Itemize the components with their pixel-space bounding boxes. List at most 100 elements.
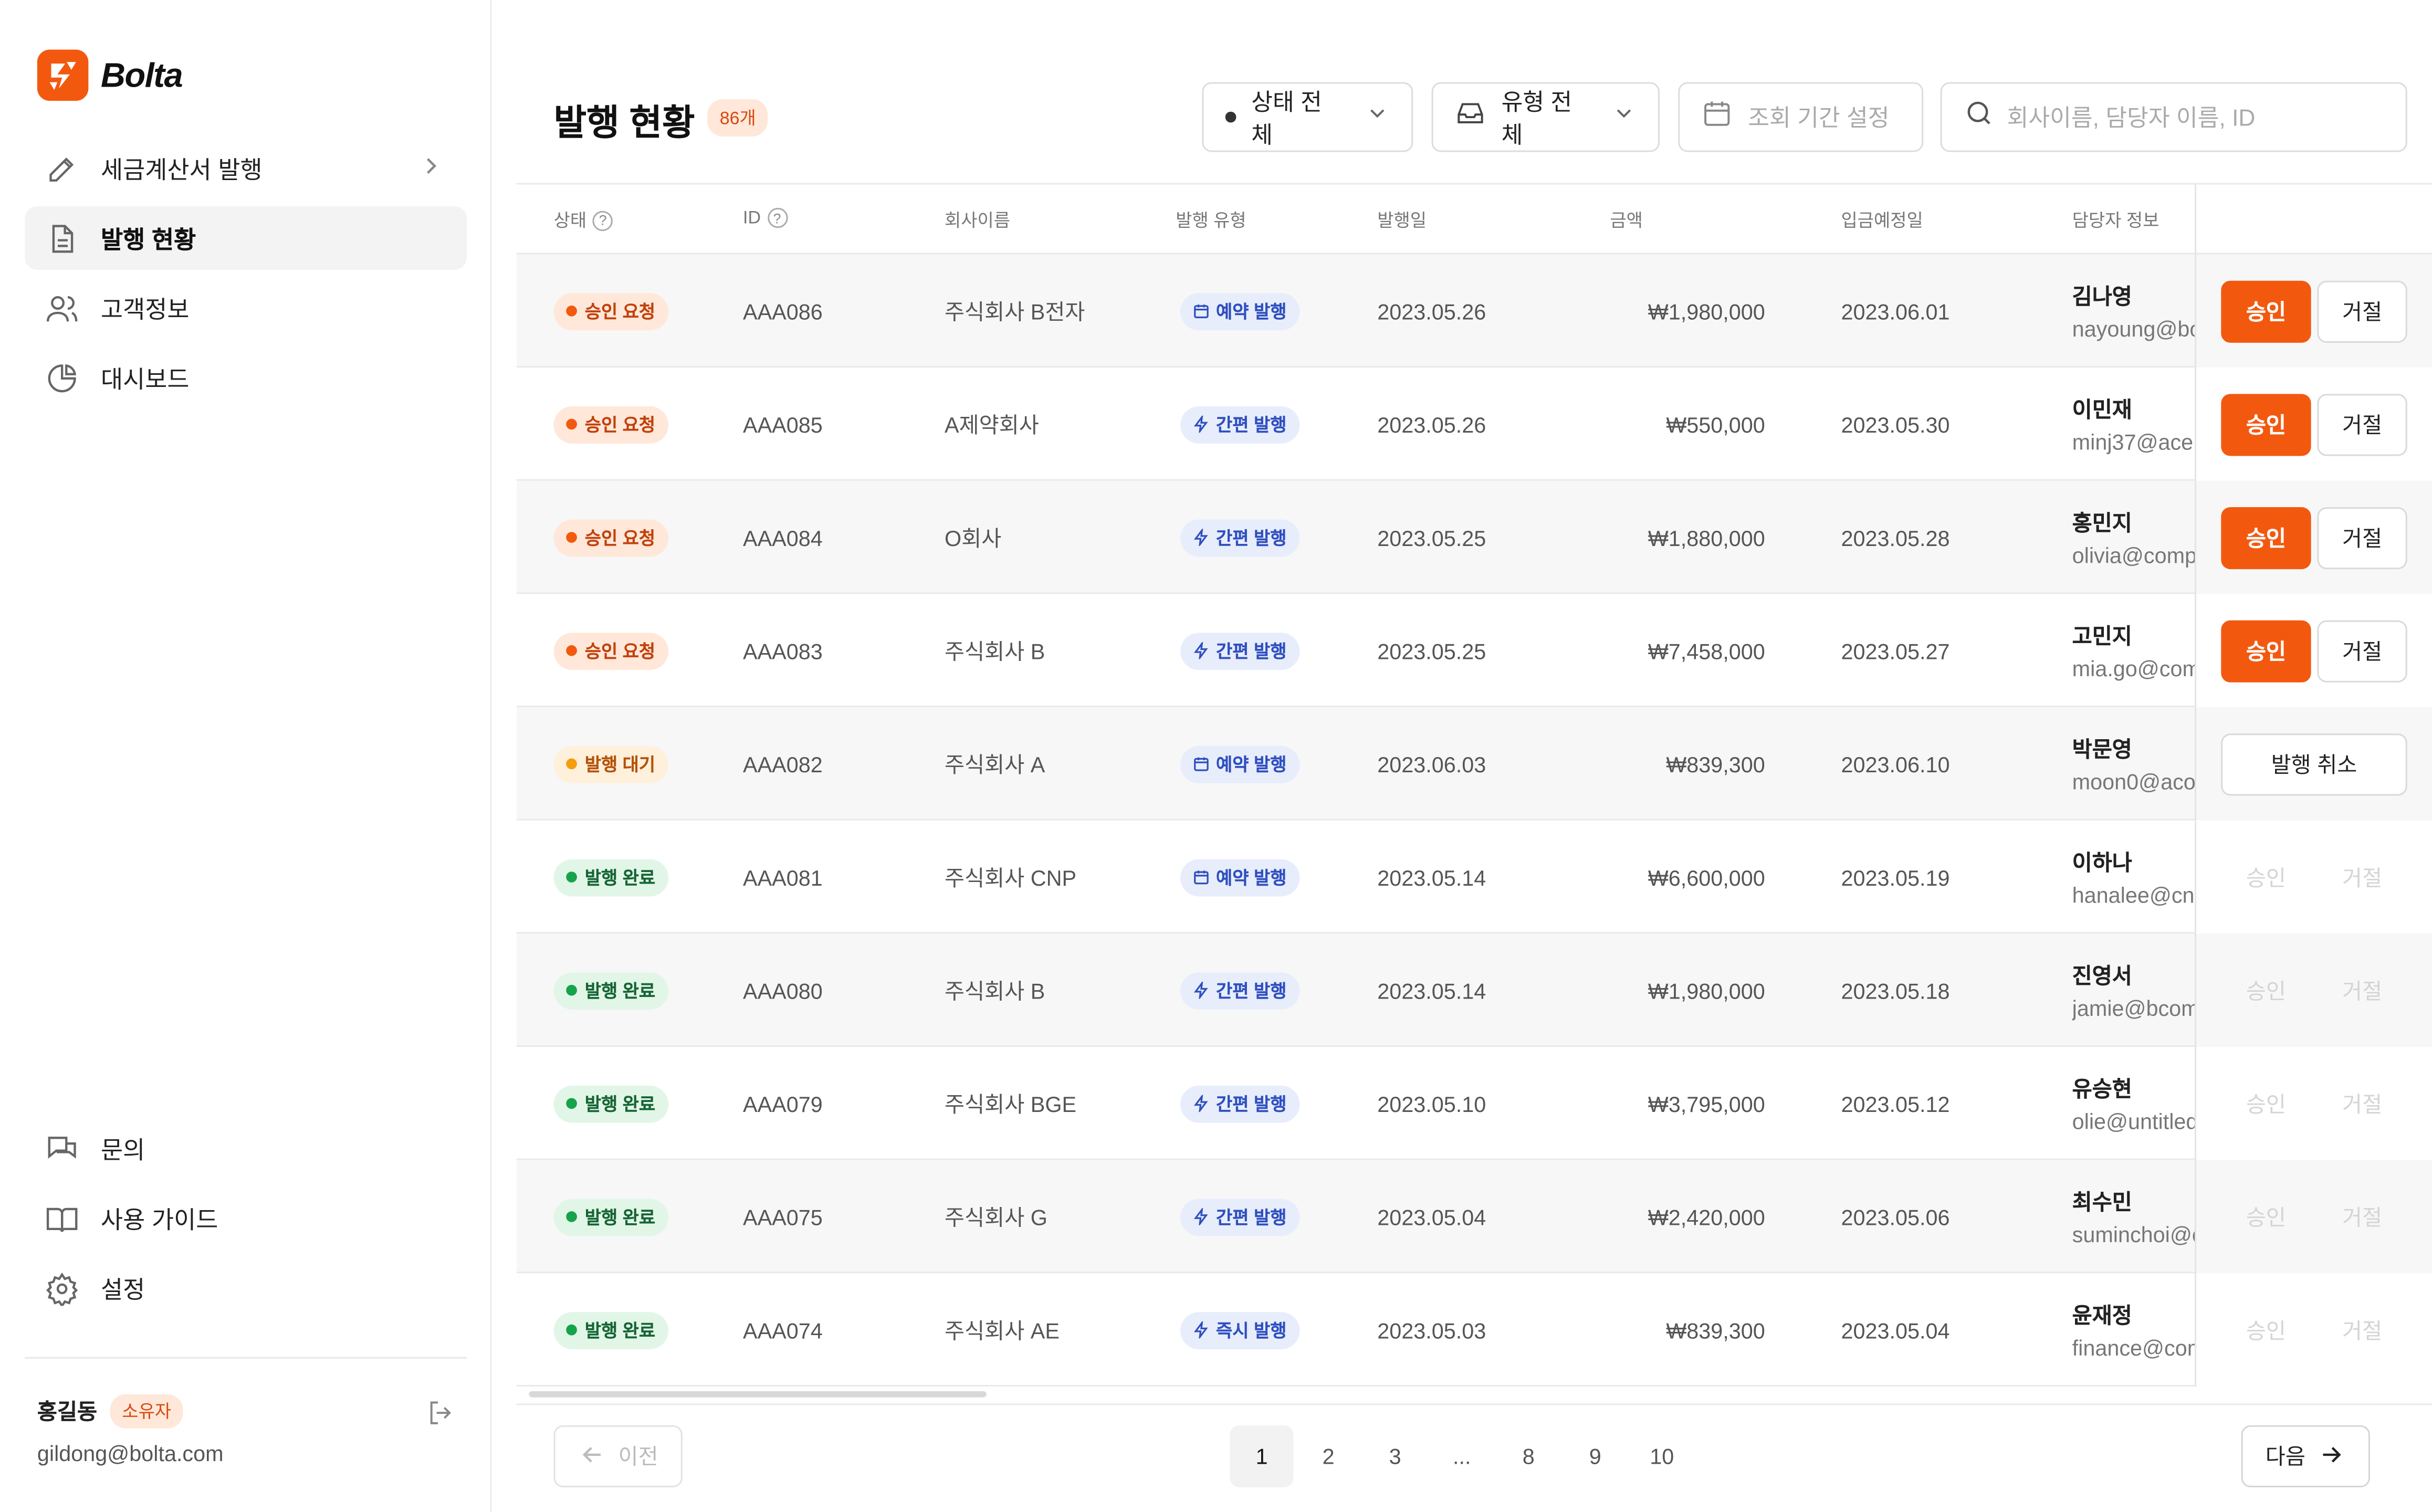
approve-button[interactable]: 승인 bbox=[2221, 507, 2311, 570]
col-status[interactable]: 상태? bbox=[554, 208, 613, 233]
bolt-icon bbox=[1193, 529, 1210, 546]
nav-label: 설정 bbox=[101, 1277, 145, 1304]
date-range-picker[interactable]: 조회 기간 설정 bbox=[1678, 82, 1924, 152]
status-dot-icon bbox=[566, 984, 577, 996]
reject-button[interactable]: 거절 bbox=[2317, 507, 2407, 570]
cell-manager: 김나영 nayoung@bo bbox=[2072, 254, 2196, 368]
page-button[interactable]: 3 bbox=[1364, 1425, 1427, 1487]
user-email: gildong@bolta.com bbox=[37, 1441, 224, 1466]
col-id[interactable]: ID? bbox=[743, 207, 788, 228]
nav-item-issue-status[interactable]: 발행 현황 bbox=[25, 206, 467, 270]
nav-item-issue-invoice[interactable]: 세금계산서 발행 bbox=[25, 136, 467, 200]
user-name: 홍길동 bbox=[37, 1399, 98, 1424]
status-badge: 승인 요청 bbox=[553, 405, 668, 443]
status-dot-icon bbox=[566, 418, 577, 430]
status-dot-icon bbox=[1225, 111, 1236, 123]
type-label: 간편 발행 bbox=[1216, 529, 1287, 549]
status-label: 발행 대기 bbox=[584, 756, 656, 775]
reject-button[interactable]: 거절 bbox=[2317, 394, 2407, 456]
row-actions: 승인 거절 bbox=[2195, 480, 2432, 594]
reject-button[interactable]: 거절 bbox=[2317, 280, 2407, 343]
calendar-icon bbox=[1702, 98, 1733, 136]
cell-id: AAA084 bbox=[743, 524, 823, 550]
table-row[interactable]: 승인 요청 AAA085 A제약회사 간편 발행 2023.05.26 ₩550… bbox=[516, 368, 2432, 481]
next-page-button[interactable]: 다음 bbox=[2241, 1425, 2370, 1487]
type-label: 즉시 발행 bbox=[1216, 1322, 1287, 1341]
type-label: 간편 발행 bbox=[1216, 1096, 1287, 1115]
help-icon[interactable]: ? bbox=[767, 207, 788, 228]
page-button[interactable]: 1 bbox=[1230, 1425, 1294, 1487]
status-dot-icon bbox=[566, 1324, 577, 1336]
nav-item-settings[interactable]: 설정 bbox=[25, 1256, 467, 1320]
row-actions: 승인 거절 bbox=[2195, 368, 2432, 481]
help-icon[interactable]: ? bbox=[592, 210, 613, 230]
manager-email: hanalee@cnp bbox=[2072, 882, 2197, 908]
arrow-left-icon bbox=[578, 1440, 606, 1473]
cell-company: 주식회사 BGE bbox=[945, 1091, 1077, 1116]
col-status-label: 상태 bbox=[553, 212, 587, 232]
gear-icon bbox=[44, 1269, 81, 1307]
calendar-icon bbox=[1193, 868, 1210, 885]
table-row[interactable]: 발행 완료 AAA079 주식회사 BGE 간편 발행 2023.05.10 ₩… bbox=[516, 1047, 2432, 1160]
nav-item-dashboard[interactable]: 대시보드 bbox=[25, 346, 467, 410]
cell-due-date: 2023.05.06 bbox=[1841, 1204, 1950, 1230]
nav-label: 대시보드 bbox=[101, 366, 190, 393]
cell-due-date: 2023.06.10 bbox=[1841, 751, 1950, 776]
page-button[interactable]: 2 bbox=[1297, 1425, 1360, 1487]
manager-email: olie@untitled bbox=[2072, 1109, 2197, 1134]
table-row[interactable]: 승인 요청 AAA083 주식회사 B 간편 발행 2023.05.25 ₩7,… bbox=[516, 594, 2432, 708]
status-label: 발행 완료 bbox=[584, 982, 656, 1001]
cell-status: 발행 완료 bbox=[553, 1047, 668, 1160]
status-filter-dropdown[interactable]: 상태 전체 bbox=[1202, 82, 1413, 152]
cell-type: 예약 발행 bbox=[1180, 707, 1299, 821]
secondary-nav: 문의 사용 가이드 설정 bbox=[25, 1117, 467, 1326]
type-label: 예약 발행 bbox=[1216, 303, 1287, 322]
manager-email: nayoung@bo bbox=[2072, 316, 2197, 341]
table-row[interactable]: 발행 완료 AAA080 주식회사 B 간편 발행 2023.05.14 ₩1,… bbox=[516, 933, 2432, 1047]
search-input[interactable]: 회사이름, 담당자 이름, ID bbox=[1940, 82, 2407, 152]
prev-page-button[interactable]: 이전 bbox=[553, 1425, 683, 1487]
table-row[interactable]: 발행 대기 AAA082 주식회사 A 예약 발행 2023.06.03 ₩83… bbox=[516, 707, 2432, 821]
page-button[interactable]: 8 bbox=[1497, 1425, 1560, 1487]
table-row[interactable]: 발행 완료 AAA074 주식회사 AE 즉시 발행 2023.05.03 ₩8… bbox=[516, 1273, 2432, 1387]
page-button[interactable]: 10 bbox=[1630, 1425, 1694, 1487]
table-row[interactable]: 승인 요청 AAA084 O회사 간편 발행 2023.05.25 ₩1,880… bbox=[516, 480, 2432, 594]
status-badge: 발행 완료 bbox=[553, 1311, 668, 1349]
divider bbox=[516, 1403, 2432, 1405]
manager-email: minj37@ace bbox=[2072, 429, 2194, 455]
nav-label: 문의 bbox=[101, 1137, 145, 1164]
approve-button[interactable]: 승인 bbox=[2221, 280, 2311, 343]
cell-manager: 고민지 mia.go@com bbox=[2072, 594, 2196, 707]
type-filter-dropdown[interactable]: 유형 전체 bbox=[1431, 82, 1660, 152]
nav-label: 세금계산서 발행 bbox=[101, 157, 263, 184]
status-badge: 발행 완료 bbox=[553, 1198, 668, 1235]
approve-button[interactable]: 승인 bbox=[2221, 620, 2311, 682]
cell-type: 간편 발행 bbox=[1180, 933, 1299, 1047]
nav-item-inquiry[interactable]: 문의 bbox=[25, 1117, 467, 1180]
cancel-issue-button[interactable]: 발행 취소 bbox=[2221, 733, 2407, 796]
cell-due-date: 2023.05.04 bbox=[1841, 1317, 1950, 1342]
prev-label: 이전 bbox=[618, 1444, 658, 1469]
table-row[interactable]: 발행 완료 AAA081 주식회사 CNP 예약 발행 2023.05.14 ₩… bbox=[516, 820, 2432, 934]
cell-manager: 이하나 hanalee@cnp bbox=[2072, 821, 2196, 934]
status-label: 발행 완료 bbox=[584, 1322, 656, 1341]
page-button[interactable]: 9 bbox=[1564, 1425, 1627, 1487]
table-row[interactable]: 발행 완료 AAA075 주식회사 G 간편 발행 2023.05.04 ₩2,… bbox=[516, 1160, 2432, 1274]
nav-label: 고객정보 bbox=[101, 297, 190, 323]
col-amount: 금액 bbox=[1610, 212, 1643, 232]
nav-item-guide[interactable]: 사용 가이드 bbox=[25, 1186, 467, 1250]
cell-company: 주식회사 AE bbox=[945, 1317, 1060, 1342]
status-label: 발행 완료 bbox=[584, 1209, 656, 1228]
logout-icon[interactable] bbox=[425, 1398, 456, 1436]
nav-item-customers[interactable]: 고객정보 bbox=[25, 276, 467, 340]
status-badge: 승인 요청 bbox=[553, 292, 668, 330]
cell-id: AAA086 bbox=[743, 298, 823, 323]
logo[interactable]: Bolta bbox=[37, 49, 183, 101]
manager-name: 김나영 bbox=[2072, 284, 2132, 309]
table-row[interactable]: 승인 요청 AAA086 주식회사 B전자 예약 발행 2023.05.26 ₩… bbox=[516, 254, 2432, 368]
reject-button[interactable]: 거절 bbox=[2317, 620, 2407, 682]
search-placeholder: 회사이름, 담당자 이름, ID bbox=[2007, 105, 2256, 132]
approve-button[interactable]: 승인 bbox=[2221, 394, 2311, 456]
horizontal-scrollbar[interactable] bbox=[529, 1391, 987, 1398]
row-actions: 승인 거절 bbox=[2195, 1047, 2432, 1160]
